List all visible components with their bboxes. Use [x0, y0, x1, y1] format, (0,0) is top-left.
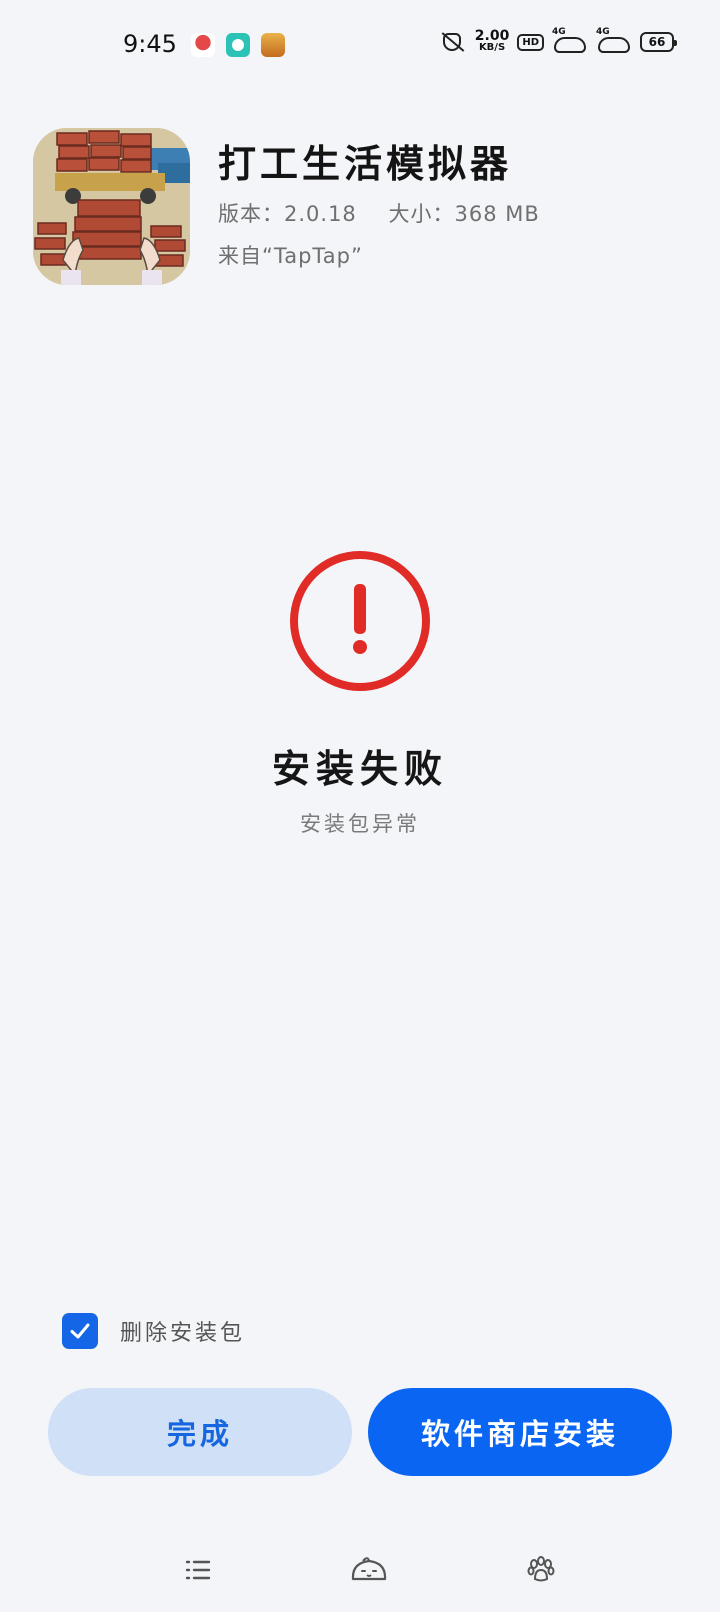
app-icon [33, 128, 190, 285]
status-indicators: 2.00 KB/S HD 4G 4G 66 [437, 27, 677, 54]
status-time: 9:45 [123, 30, 177, 58]
app-name: 打工生活模拟器 [218, 142, 513, 186]
error-exclamation-icon [287, 548, 433, 694]
home-face-icon[interactable] [349, 1552, 389, 1588]
result-subtitle: 安装包异常 [300, 812, 420, 836]
battery-icon: 66 [640, 32, 677, 52]
app-size: 大小：368 MB [388, 202, 540, 226]
network-speed: 2.00 KB/S [474, 28, 510, 54]
delete-package-label: 删除安装包 [120, 1321, 246, 1346]
signal-icon: 4G [552, 27, 588, 53]
delete-package-option[interactable]: 删除安装包 [62, 1313, 245, 1349]
network-speed-unit: KB/S [478, 42, 506, 53]
signal-type-2: 4G [596, 27, 610, 37]
status-bar: 9:45 2.00 KB/S HD 4G 4G 66 [0, 0, 720, 92]
battery-level: 66 [648, 35, 666, 49]
delete-package-checkbox[interactable] [62, 1313, 98, 1349]
app-meta: 版本：2.0.18 大小：368 MB [218, 198, 564, 228]
result-title: 安装失败 [271, 747, 448, 791]
signal-icon-2: 4G [596, 27, 632, 53]
network-speed-value: 2.00 [474, 28, 510, 44]
game-app-icon [261, 33, 285, 57]
app-version: 版本：2.0.18 [218, 202, 357, 226]
done-button[interactable]: 完成 [48, 1388, 352, 1476]
navigation-bar [0, 1540, 720, 1600]
menu-icon[interactable] [178, 1552, 218, 1588]
app-source: 来自“TapTap” [218, 244, 363, 268]
hd-icon: HD [517, 33, 544, 51]
chat-app-icon [226, 33, 250, 57]
signal-type: 4G [552, 27, 566, 37]
checkmark-icon [70, 1323, 90, 1339]
map-app-icon [191, 33, 215, 57]
back-paw-icon[interactable] [521, 1552, 561, 1588]
store-install-button[interactable]: 软件商店安装 [368, 1388, 672, 1476]
mute-icon [437, 31, 467, 53]
